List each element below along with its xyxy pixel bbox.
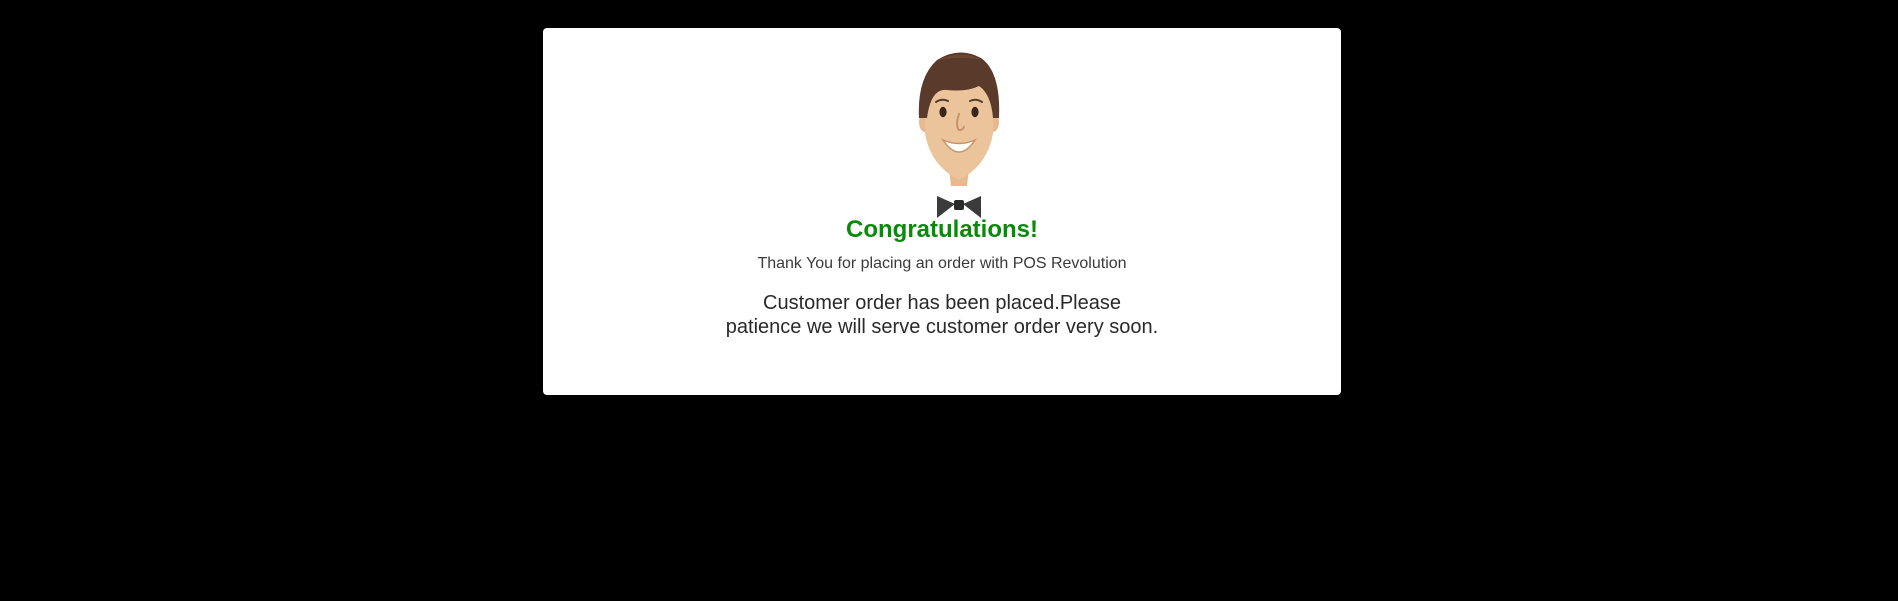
order-confirmation-dialog: Congratulations! Thank You for placing a… xyxy=(543,28,1341,395)
dialog-message-line-1: Customer order has been placed.Please xyxy=(763,292,1121,314)
dialog-title: Congratulations! xyxy=(846,216,1038,243)
dialog-subtitle: Thank You for placing an order with POS … xyxy=(757,255,1127,272)
dialog-message-line-2: patience we will serve customer order ve… xyxy=(725,316,1159,338)
waiter-bowtie-icon xyxy=(918,52,1000,218)
modal-backdrop: Congratulations! Thank You for placing a… xyxy=(0,0,1898,601)
dialog-message: Customer order has been placed.Please pa… xyxy=(543,291,1341,339)
